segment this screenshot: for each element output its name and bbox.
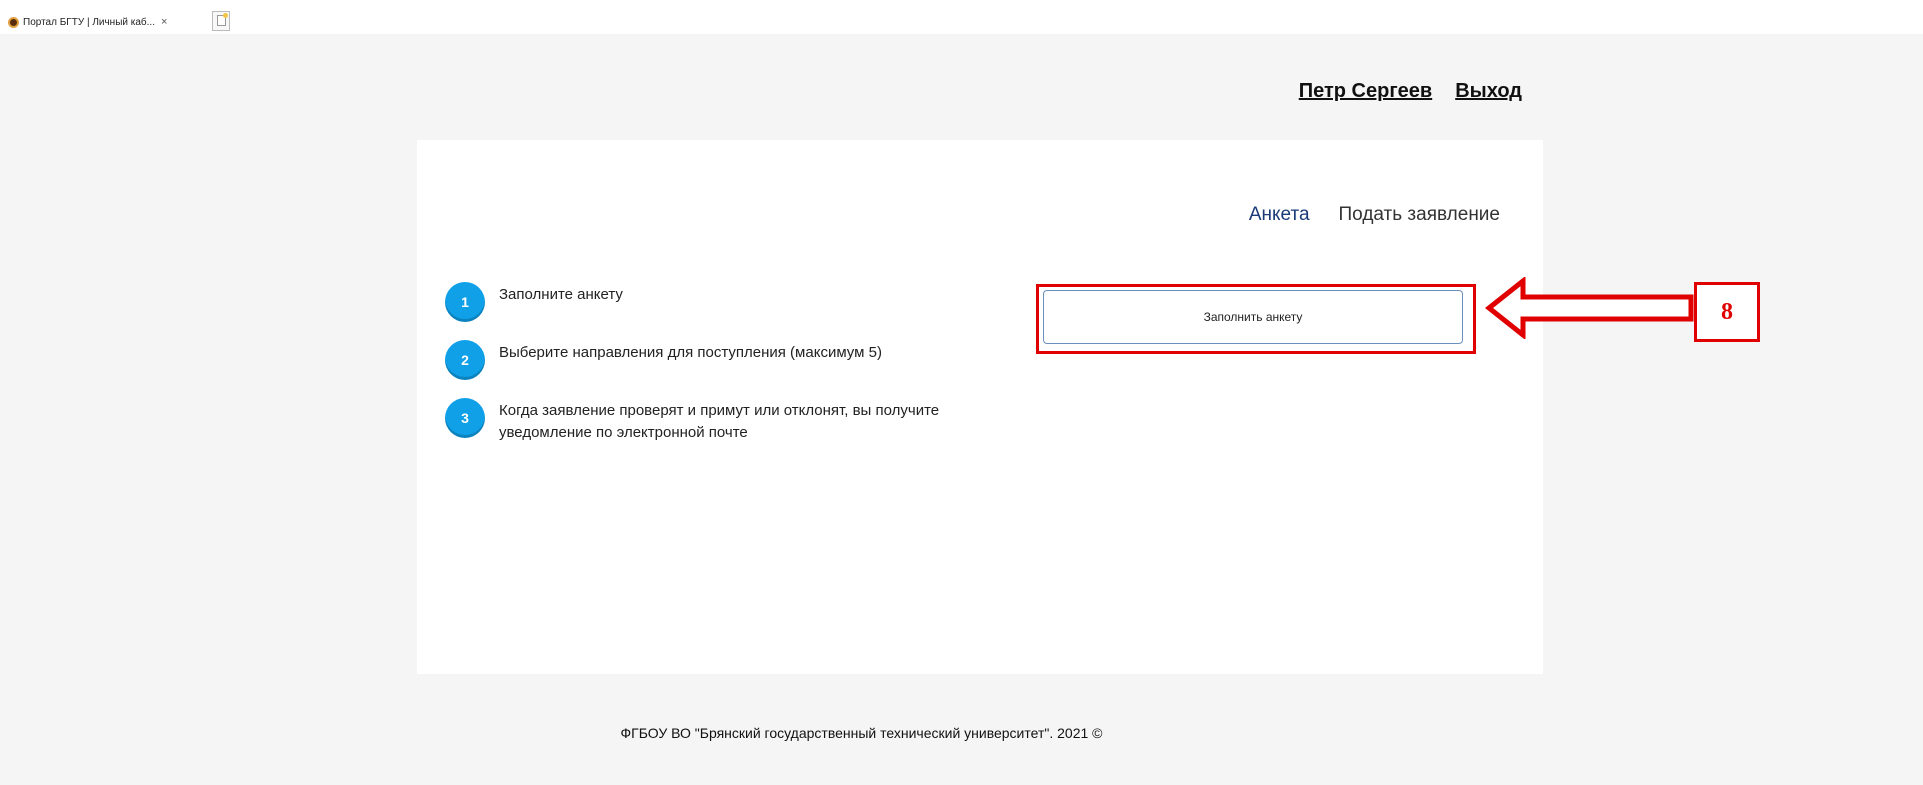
footer: ФГБОУ ВО "Брянский государственный техни… [0,725,1923,741]
annotation-arrow-icon [1485,277,1694,339]
nav-item-anketa[interactable]: Анкета [1249,204,1310,226]
step-number-badge: 3 [445,398,485,438]
card-nav: Анкета Подать заявление [1249,204,1500,226]
browser-tab[interactable]: Портал БГТУ | Личный каб... × [8,12,167,32]
step-number-badge: 2 [445,340,485,380]
steps-list: 1 Заполните анкету 2 Выберите направлени… [445,282,1005,462]
user-bar: Петр Сергеев Выход [1299,80,1522,103]
step-item: 1 Заполните анкету [445,282,1005,322]
step-item: 2 Выберите направления для поступления (… [445,340,1005,380]
step-text: Выберите направления для поступления (ма… [499,344,882,361]
new-tab-icon [217,13,228,26]
step-item: 3 Когда заявление проверят и примут или … [445,398,1005,444]
step-number-badge: 1 [445,282,485,322]
nav-item-submit-application[interactable]: Подать заявление [1339,204,1500,226]
step-text: Заполните анкету [499,286,623,303]
site-favicon-icon [8,16,19,28]
tab-title: Портал БГТУ | Личный каб... [23,16,155,28]
user-name-link[interactable]: Петр Сергеев [1299,80,1432,103]
browser-tab-bar: Портал БГТУ | Личный каб... × [0,0,1923,34]
main-card: Анкета Подать заявление 1 Заполните анке… [417,140,1543,674]
footer-text: ФГБОУ ВО "Брянский государственный техни… [620,725,1103,741]
logout-link[interactable]: Выход [1455,80,1522,103]
step-text: Когда заявление проверят и примут или от… [499,402,940,441]
annotation-label: 8 [1694,282,1760,342]
new-tab-button[interactable] [212,11,230,31]
tab-close-icon[interactable]: × [161,16,167,28]
annotation-highlight-box [1036,284,1476,354]
